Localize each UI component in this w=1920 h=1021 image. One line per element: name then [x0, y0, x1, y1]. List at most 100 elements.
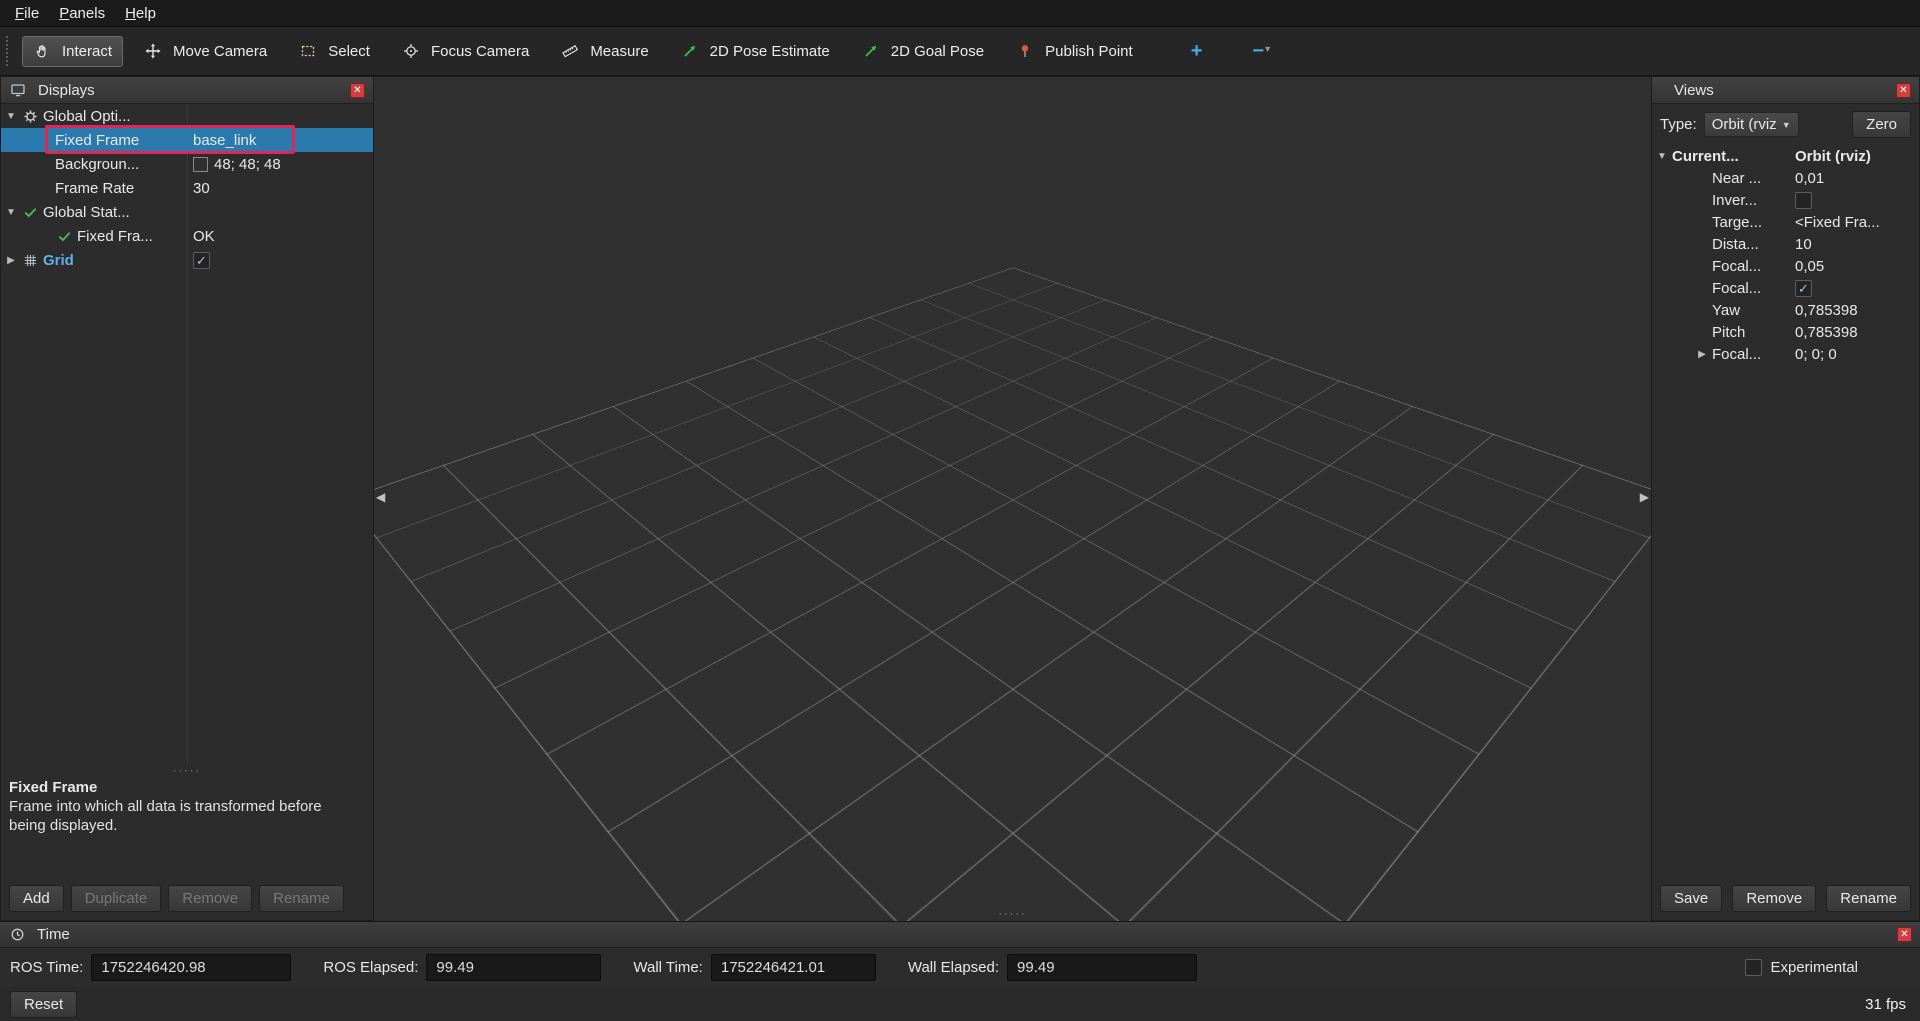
save-button[interactable]: Save [1660, 885, 1722, 912]
chevron-right-icon[interactable]: ▶ [1692, 349, 1712, 360]
check-icon [55, 229, 73, 244]
add-button[interactable]: Add [9, 885, 64, 912]
tree-row-fixed-frame[interactable]: Fixed Frame base_link [1, 128, 373, 152]
tree-row-current-view[interactable]: ▼ Current... Orbit (rviz) [1652, 145, 1919, 167]
close-icon[interactable]: ✕ [1896, 83, 1911, 98]
property-value[interactable]: 48; 48; 48 [214, 156, 281, 173]
move-camera-tool-button[interactable]: Move Camera [133, 36, 278, 67]
render-viewport[interactable]: ◀ ▶ ····· [374, 76, 1651, 921]
property-name: Pitch [1712, 324, 1745, 341]
property-description: Fixed Frame Frame into which all data is… [1, 777, 373, 877]
interact-tool-button[interactable]: Interact [22, 36, 123, 67]
toolbar-drag-handle[interactable] [6, 36, 10, 66]
property-name: Global Opti... [43, 108, 131, 125]
property-value[interactable]: 0; 0; 0 [1795, 346, 1837, 363]
measure-tool-button[interactable]: Measure [550, 36, 659, 67]
goal-pose-tool-button[interactable]: 2D Goal Pose [851, 36, 995, 67]
tree-row-frame-rate[interactable]: Frame Rate 30 [1, 176, 373, 200]
move-camera-icon [144, 43, 162, 59]
property-value[interactable]: 0,05 [1795, 258, 1824, 275]
add-tool-button[interactable]: + [1180, 37, 1214, 65]
publish-point-tool-label: Publish Point [1045, 43, 1133, 60]
time-fields: ROS Time: 1752246420.98 ROS Elapsed: 99.… [0, 948, 1920, 987]
tree-row-fixed-frame-status[interactable]: Fixed Fra... OK [1, 224, 373, 248]
property-value[interactable]: base_link [193, 132, 256, 149]
time-panel-header[interactable]: Time ✕ [0, 922, 1920, 948]
rename-view-button[interactable]: Rename [1826, 885, 1911, 912]
tree-row-focal-shape-fixed[interactable]: Focal... ✓ [1652, 277, 1919, 299]
property-value[interactable]: 0,785398 [1795, 324, 1858, 341]
property-name: Focal... [1712, 346, 1761, 363]
duplicate-button[interactable]: Duplicate [71, 885, 162, 912]
pose-estimate-tool-button[interactable]: 2D Pose Estimate [670, 36, 841, 67]
fps-counter: 31 fps [1865, 996, 1906, 1013]
remove-button[interactable]: Remove [168, 885, 252, 912]
tree-row-near-clip[interactable]: Near ... 0,01 [1652, 167, 1919, 189]
menu-panels[interactable]: Panels [50, 3, 114, 24]
tree-row-yaw[interactable]: Yaw 0,785398 [1652, 299, 1919, 321]
tree-row-background-color[interactable]: Backgroun... 48; 48; 48 [1, 152, 373, 176]
close-icon[interactable]: ✕ [350, 83, 365, 98]
wall-elapsed-field[interactable]: 99.49 [1007, 954, 1197, 981]
displays-buttons: Add Duplicate Remove Rename [1, 877, 373, 920]
ros-time-field[interactable]: 1752246420.98 [91, 954, 291, 981]
chevron-down-icon[interactable]: ▼ [1, 111, 21, 122]
tree-row-focal-shape-size[interactable]: Focal... 0,05 [1652, 255, 1919, 277]
remove-tool-button[interactable]: − ▾ [1241, 37, 1281, 66]
focal-fixed-checkbox[interactable]: ✓ [1795, 280, 1812, 297]
color-swatch[interactable] [193, 157, 208, 172]
ros-time-label: ROS Time: [10, 959, 83, 976]
tree-row-focal-point[interactable]: ▶ Focal... 0; 0; 0 [1652, 343, 1919, 365]
tree-row-global-options[interactable]: ▼ Global Opti... [1, 104, 373, 128]
property-value[interactable]: 10 [1795, 236, 1812, 253]
zero-button[interactable]: Zero [1852, 111, 1911, 138]
collapse-right-arrow-icon[interactable]: ▶ [1640, 490, 1649, 504]
description-body: Frame into which all data is transformed… [9, 798, 361, 836]
tree-row-target-frame[interactable]: Targe... <Fixed Fra... [1652, 211, 1919, 233]
view-type-value: Orbit (rviz [1712, 116, 1777, 133]
menu-file[interactable]: File [6, 3, 48, 24]
splitter-handle[interactable]: ····· [1, 765, 373, 777]
reset-button[interactable]: Reset [10, 991, 77, 1018]
property-value[interactable]: 30 [193, 180, 210, 197]
displays-panel-header[interactable]: Displays ✕ [1, 77, 373, 104]
property-value[interactable]: 0,01 [1795, 170, 1824, 187]
property-name: Current... [1672, 148, 1739, 165]
ros-elapsed-field[interactable]: 99.49 [426, 954, 601, 981]
chevron-down-icon[interactable]: ▼ [1, 207, 21, 218]
tree-row-global-status[interactable]: ▼ Global Stat... [1, 200, 373, 224]
chevron-down-icon[interactable]: ▼ [1652, 151, 1672, 162]
rename-button[interactable]: Rename [259, 885, 344, 912]
select-tool-button[interactable]: Select [288, 36, 381, 67]
splitter-handle[interactable]: ····· [998, 908, 1026, 920]
tree-row-pitch[interactable]: Pitch 0,785398 [1652, 321, 1919, 343]
tree-row-distance[interactable]: Dista... 10 [1652, 233, 1919, 255]
focus-camera-tool-button[interactable]: Focus Camera [391, 36, 540, 67]
views-tree: ▼ Current... Orbit (rviz) Near ... 0,01 … [1652, 145, 1919, 877]
property-value[interactable]: <Fixed Fra... [1795, 214, 1880, 231]
chevron-right-icon[interactable]: ▶ [1, 255, 21, 266]
chevron-down-icon: ▾ [1265, 44, 1270, 55]
views-buttons: Save Remove Rename [1652, 877, 1919, 920]
experimental-checkbox[interactable] [1745, 959, 1762, 976]
invert-z-checkbox[interactable] [1795, 192, 1812, 209]
ruler-icon [561, 43, 579, 59]
grid-enabled-checkbox[interactable]: ✓ [193, 252, 210, 269]
view-type-dropdown[interactable]: Orbit (rviz ▼ [1704, 112, 1799, 137]
hand-icon [33, 43, 51, 59]
views-panel-header[interactable]: Views ✕ [1652, 77, 1919, 104]
minus-icon: − [1252, 44, 1264, 58]
close-icon[interactable]: ✕ [1897, 927, 1912, 942]
tree-row-grid[interactable]: ▶ Grid ✓ [1, 248, 373, 272]
menu-help[interactable]: Help [116, 3, 165, 24]
gear-icon [21, 109, 39, 124]
tree-row-invert-z[interactable]: Inver... [1652, 189, 1919, 211]
remove-view-button[interactable]: Remove [1732, 885, 1816, 912]
wall-elapsed-label: Wall Elapsed: [908, 959, 999, 976]
views-panel: Views ✕ Type: Orbit (rviz ▼ Zero ▼ Curre… [1651, 76, 1920, 921]
publish-point-tool-button[interactable]: Publish Point [1005, 36, 1144, 67]
wall-time-field[interactable]: 1752246421.01 [711, 954, 876, 981]
green-arrow-icon [862, 43, 880, 59]
collapse-left-arrow-icon[interactable]: ◀ [376, 490, 385, 504]
property-value[interactable]: 0,785398 [1795, 302, 1858, 319]
